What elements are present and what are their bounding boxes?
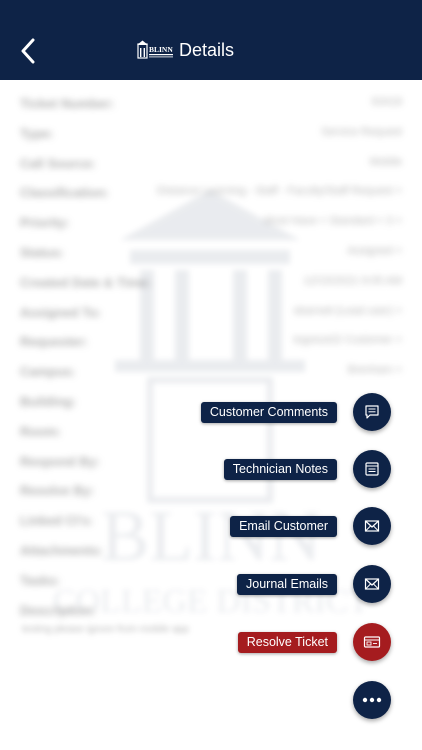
notes-icon: [365, 462, 379, 476]
resolve-ticket-button[interactable]: [353, 623, 391, 661]
logo-text: BLINN: [149, 45, 173, 54]
resolve-icon: [363, 636, 381, 648]
journal-emails-label[interactable]: Journal Emails: [237, 573, 337, 595]
journal-emails-button[interactable]: [353, 565, 391, 603]
email-customer-label[interactable]: Email Customer: [230, 515, 337, 537]
more-dots-icon: [362, 697, 382, 703]
customer-comments-item[interactable]: Customer Comments: [200, 393, 391, 431]
customer-comments-label[interactable]: Customer Comments: [200, 401, 337, 423]
technician-notes-item[interactable]: Technician Notes: [223, 450, 391, 488]
comment-icon: [365, 405, 379, 419]
mail-icon: [364, 578, 380, 590]
mail-icon: [364, 520, 380, 532]
email-customer-button[interactable]: [353, 507, 391, 545]
technician-notes-label[interactable]: Technician Notes: [223, 458, 337, 480]
journal-emails-item[interactable]: Journal Emails: [237, 565, 391, 603]
chevron-left-icon: [21, 38, 35, 64]
resolve-ticket-item[interactable]: Resolve Ticket: [237, 623, 391, 661]
technician-notes-button[interactable]: [353, 450, 391, 488]
page-title: Details: [179, 40, 235, 60]
app-header: BLINN Details: [0, 0, 422, 80]
brand-logo: BLINN: [136, 40, 174, 62]
back-button[interactable]: [14, 33, 42, 69]
email-customer-item[interactable]: Email Customer: [230, 507, 391, 545]
more-actions-button[interactable]: [353, 681, 391, 719]
resolve-ticket-label[interactable]: Resolve Ticket: [237, 631, 337, 653]
customer-comments-button[interactable]: [353, 393, 391, 431]
